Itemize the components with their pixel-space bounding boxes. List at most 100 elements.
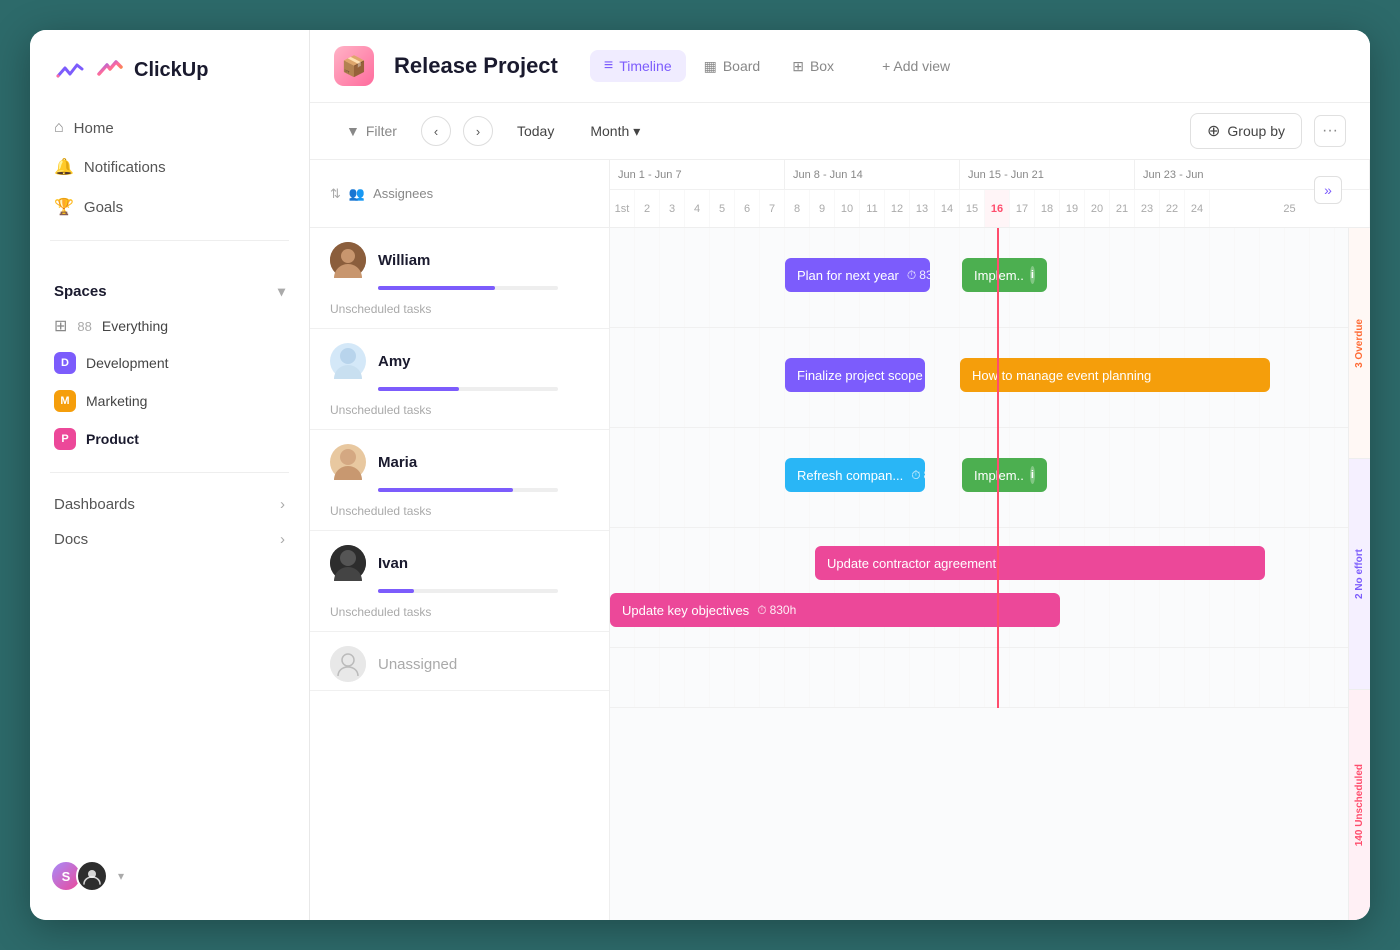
layers-icon: ⊕ bbox=[1207, 121, 1220, 141]
no-effort-label: 2 No effort bbox=[1354, 549, 1365, 599]
assignee-progress-maria bbox=[310, 488, 609, 500]
today-button[interactable]: Today bbox=[505, 118, 566, 144]
nav-dashboards[interactable]: Dashboards › bbox=[42, 487, 297, 522]
dashboards-label: Dashboards bbox=[54, 496, 135, 513]
sidebar-item-everything[interactable]: ⊞ 88 Everything bbox=[42, 308, 297, 344]
extra-nav: Dashboards › Docs › bbox=[30, 487, 309, 557]
gantt-row-maria: Refresh compan... ⏱830h Implem.. i bbox=[610, 428, 1370, 528]
right-badges: 3 Overdue 2 No effort 140 Unscheduled bbox=[1348, 228, 1370, 920]
badge-overdue[interactable]: 3 Overdue bbox=[1348, 228, 1370, 459]
avatar-unassigned bbox=[330, 646, 366, 682]
assignee-info-ivan: Ivan bbox=[310, 531, 609, 589]
task-finalize-scope[interactable]: Finalize project scope bbox=[785, 358, 925, 392]
avatar-user[interactable] bbox=[76, 860, 108, 892]
view-tabs: ≡ Timeline ▦ Board ⊞ Box bbox=[590, 50, 848, 82]
day-20: 20 bbox=[1085, 190, 1110, 228]
task-update-objectives[interactable]: Update key objectives ⏱830h bbox=[610, 593, 1060, 627]
home-icon: ⌂ bbox=[54, 119, 64, 137]
gantt-row-ivan: Update contractor agreement Update key o… bbox=[610, 528, 1370, 648]
avatar-amy bbox=[330, 343, 366, 379]
add-view-button[interactable]: + Add view bbox=[868, 51, 964, 81]
assignee-name-william: William bbox=[378, 252, 430, 269]
sidebar-item-marketing[interactable]: M Marketing bbox=[42, 382, 297, 420]
avatar-img-amy bbox=[330, 343, 366, 379]
unscheduled-label-amy: Unscheduled tasks bbox=[310, 399, 609, 429]
day-8: 8 bbox=[785, 190, 810, 228]
bell-icon: 🔔 bbox=[54, 157, 74, 177]
tab-timeline[interactable]: ≡ Timeline bbox=[590, 50, 686, 82]
nav-home-label: Home bbox=[74, 120, 114, 137]
sidebar-item-product[interactable]: P Product bbox=[42, 420, 297, 458]
task-hours: ⏱830h bbox=[757, 603, 796, 618]
collapse-button[interactable]: » bbox=[1314, 176, 1342, 204]
nav-goals[interactable]: 🏆 Goals bbox=[42, 188, 297, 226]
more-options-button[interactable]: ··· bbox=[1314, 115, 1346, 147]
goals-icon: 🏆 bbox=[54, 197, 74, 217]
add-view-label: + Add view bbox=[882, 58, 950, 74]
main-content: 📦 Release Project ≡ Timeline ▦ Board ⊞ B… bbox=[310, 30, 1370, 920]
avatar-william bbox=[330, 242, 366, 278]
app-name: ClickUp bbox=[134, 59, 208, 82]
task-manage-event[interactable]: How to manage event planning bbox=[960, 358, 1270, 392]
week-label-1: Jun 1 - Jun 7 bbox=[610, 160, 785, 189]
overdue-label: 3 Overdue bbox=[1354, 319, 1365, 368]
day-19: 19 bbox=[1060, 190, 1085, 228]
timeline-area: ⇅ 👥 Assignees William bbox=[310, 160, 1370, 920]
day-23: 23 bbox=[1135, 190, 1160, 228]
gantt-row-unassigned bbox=[610, 648, 1370, 708]
gantt-row-amy: Finalize project scope How to manage eve… bbox=[610, 328, 1370, 428]
day-7: 7 bbox=[760, 190, 785, 228]
task-label: Plan for next year bbox=[797, 268, 899, 283]
task-label: Refresh compan... bbox=[797, 468, 903, 483]
task-implm-maria[interactable]: Implem.. i bbox=[962, 458, 1047, 492]
task-update-contractor[interactable]: Update contractor agreement bbox=[815, 546, 1265, 580]
unscheduled-label-ivan: Unscheduled tasks bbox=[310, 601, 609, 631]
task-label: Finalize project scope bbox=[797, 368, 923, 383]
task-implm-william[interactable]: Implem.. i bbox=[962, 258, 1047, 292]
nav-docs[interactable]: Docs › bbox=[42, 522, 297, 557]
sidebar-divider-2 bbox=[50, 472, 289, 473]
sidebar-footer: S ▾ bbox=[30, 848, 309, 904]
sidebar-item-development[interactable]: D Development bbox=[42, 344, 297, 382]
space-product-label: Product bbox=[86, 431, 139, 447]
tab-board[interactable]: ▦ Board bbox=[690, 50, 775, 82]
badge-unscheduled[interactable]: 140 Unscheduled bbox=[1348, 690, 1370, 920]
chevron-down-icon-footer: ▾ bbox=[118, 869, 124, 883]
nav-next-button[interactable]: › bbox=[463, 116, 493, 146]
task-label: Update key objectives bbox=[622, 603, 749, 618]
nav-notifications[interactable]: 🔔 Notifications bbox=[42, 148, 297, 186]
nav-home[interactable]: ⌂ Home bbox=[42, 110, 297, 146]
task-refresh-company[interactable]: Refresh compan... ⏱830h bbox=[785, 458, 925, 492]
assignee-name-ivan: Ivan bbox=[378, 555, 408, 572]
logo: ClickUp bbox=[30, 54, 309, 110]
task-plan-next-year[interactable]: Plan for next year ⏱830h bbox=[785, 258, 930, 292]
day-11: 11 bbox=[860, 190, 885, 228]
nav-prev-button[interactable]: ‹ bbox=[421, 116, 451, 146]
assignee-row-ivan: Ivan Unscheduled tasks bbox=[310, 531, 609, 632]
nav-notifications-label: Notifications bbox=[84, 159, 166, 176]
dashboards-chevron: › bbox=[280, 496, 285, 513]
day-21: 21 bbox=[1110, 190, 1135, 228]
unscheduled-label-maria: Unscheduled tasks bbox=[310, 500, 609, 530]
timeline-label: Timeline bbox=[619, 58, 671, 74]
task-hours: ⏱830h bbox=[911, 468, 925, 483]
clickup-logo-icon bbox=[54, 54, 86, 86]
everything-icon: ⊞ bbox=[54, 316, 67, 336]
filter-icon: ▼ bbox=[346, 123, 360, 139]
task-label: Update contractor agreement bbox=[827, 556, 996, 571]
assignee-info-unassigned: Unassigned bbox=[310, 632, 609, 690]
avatar-img-unassigned bbox=[330, 646, 366, 682]
spaces-header[interactable]: Spaces ▾ bbox=[42, 275, 297, 308]
month-label: Month bbox=[590, 123, 629, 139]
unscheduled-label: 140 Unscheduled bbox=[1354, 764, 1365, 846]
assignees-label: Assignees bbox=[373, 186, 433, 201]
badge-no-effort[interactable]: 2 No effort bbox=[1348, 459, 1370, 690]
day-10: 10 bbox=[835, 190, 860, 228]
month-button[interactable]: Month ▾ bbox=[578, 118, 652, 145]
group-by-button[interactable]: ⊕ Group by bbox=[1190, 113, 1302, 149]
filter-button[interactable]: ▼ Filter bbox=[334, 117, 409, 145]
assignee-name-maria: Maria bbox=[378, 454, 417, 471]
development-badge: D bbox=[54, 352, 76, 374]
avatar-stack: S bbox=[50, 860, 108, 892]
tab-box[interactable]: ⊞ Box bbox=[778, 50, 848, 82]
